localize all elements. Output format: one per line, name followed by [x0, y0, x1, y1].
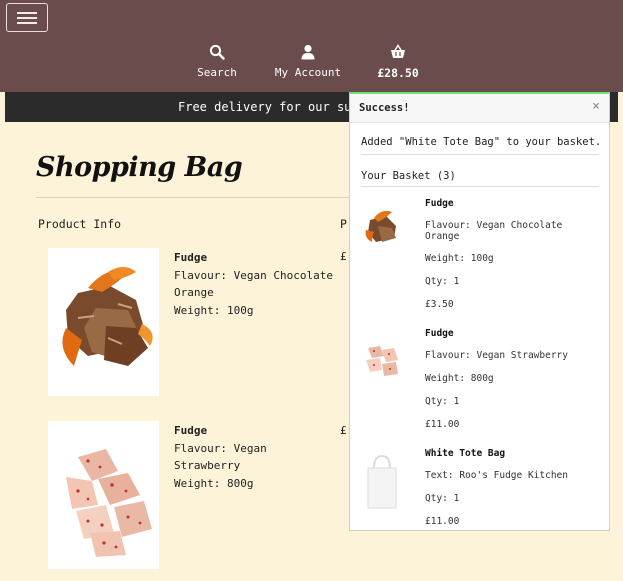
basket-item-flavour-cont: Orange: [425, 231, 460, 242]
basket-item-weight: Weight: 800g: [425, 373, 494, 384]
basket-heading: Your Basket (3): [361, 170, 456, 182]
nav-account-link[interactable]: My Account: [273, 44, 343, 79]
basket-item-name: Fudge: [425, 198, 454, 209]
basket-item-thumbnail: [362, 206, 402, 250]
product-name: Fudge: [174, 251, 208, 264]
basket-item-price: £11.00: [425, 516, 460, 527]
nav-search-link[interactable]: Search: [194, 44, 240, 79]
product-details-1: Fudge Flavour: Vegan Chocolate Orange We…: [174, 249, 333, 319]
basket-item-price: £3.50: [425, 299, 454, 310]
basket-total: £28.50: [377, 66, 419, 80]
site-header: Search My Account £28.50: [0, 0, 623, 92]
close-icon[interactable]: ×: [592, 99, 600, 114]
basket-item-thumbnail: [362, 452, 402, 516]
menu-toggle-button[interactable]: [6, 3, 48, 32]
basket-item-qty: Qty: 1: [425, 396, 460, 407]
nav-basket-link[interactable]: £28.50: [375, 44, 421, 80]
toast-title: Success!: [359, 102, 410, 114]
product-flavour: Flavour: Vegan Chocolate: [174, 268, 333, 282]
nav-search-label: Search: [197, 66, 237, 79]
basket-item-qty: Qty: 1: [425, 276, 460, 287]
basket-item-name: Fudge: [425, 328, 454, 339]
title-divider: [36, 197, 351, 198]
basket-item-price: £11.00: [425, 419, 460, 430]
column-header-product-info: Product Info: [38, 217, 122, 231]
column-header-price: P: [340, 217, 347, 231]
product-flavour-cont: Orange: [174, 286, 214, 299]
success-toast: Success! × Added "White Tote Bag" to you…: [349, 92, 610, 531]
basket-item-text: Text: Roo's Fudge Kitchen: [425, 470, 568, 481]
product-price-peek: £: [340, 250, 347, 263]
nav-account-label: My Account: [274, 66, 342, 79]
product-details-2: Fudge Flavour: Vegan Strawberry Weight: …: [174, 422, 267, 492]
basket-item-thumbnail: [362, 338, 402, 382]
user-icon: [273, 44, 343, 64]
menu-icon: [17, 12, 37, 14]
search-icon: [194, 44, 240, 64]
toast-header: Success! ×: [350, 94, 609, 123]
basket-item-name: White Tote Bag: [425, 448, 506, 459]
product-image-fudge-orange: [48, 248, 159, 396]
basket-item-qty: Qty: 1: [425, 493, 460, 504]
toast-message: Added "White Tote Bag" to your basket.: [361, 136, 602, 148]
basket-item-weight: Weight: 100g: [425, 253, 494, 264]
basket-item-flavour: Flavour: Vegan Chocolate: [425, 220, 563, 231]
product-flavour-cont: Strawberry: [174, 459, 241, 472]
basket-icon: [375, 44, 421, 64]
product-weight: Weight: 100g: [174, 303, 254, 317]
delivery-banner-text: Free delivery for our sub: [178, 100, 359, 114]
product-price-peek: £: [340, 424, 347, 437]
page-title: Shopping Bag: [36, 152, 243, 183]
product-name: Fudge: [174, 424, 208, 437]
toast-divider: [361, 154, 599, 155]
toast-divider: [361, 186, 599, 187]
basket-item-flavour: Flavour: Vegan Strawberry: [425, 350, 568, 361]
product-flavour: Flavour: Vegan: [174, 441, 267, 455]
product-image-fudge-strawberry: [48, 421, 159, 569]
product-weight: Weight: 800g: [174, 476, 254, 490]
